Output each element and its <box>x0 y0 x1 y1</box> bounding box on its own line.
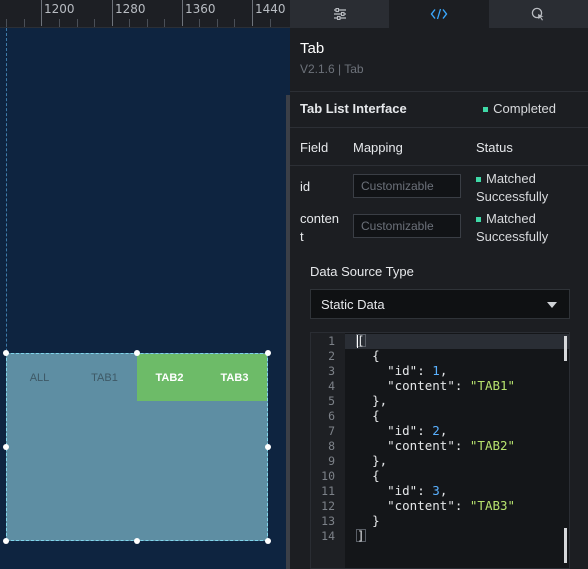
code-line: "id": 3, <box>387 483 448 498</box>
code-line: [ <box>357 333 365 348</box>
code-line: "content": "TAB1" <box>387 378 516 393</box>
interface-title: Tab List Interface <box>300 101 407 116</box>
tab-style[interactable] <box>290 0 390 28</box>
tab-content-area <box>7 401 267 540</box>
line-number: 1 <box>328 334 335 348</box>
code-line: } <box>372 513 380 528</box>
code-line: "id": 2, <box>387 423 448 438</box>
component-version: V2.1.6 | Tab <box>300 62 364 76</box>
code-line: "content": "TAB2" <box>387 438 516 453</box>
status-dot-icon <box>483 107 489 113</box>
code-line: }, <box>372 393 388 408</box>
code-line: { <box>372 408 380 423</box>
data-source-select[interactable]: Static Data <box>310 289 570 319</box>
interface-status: Completed <box>483 101 556 116</box>
tab-component[interactable]: ALL TAB1 TAB2 TAB3 <box>6 353 268 541</box>
header-mapping: Mapping <box>353 140 403 155</box>
sliders-icon <box>333 8 346 20</box>
tab-all[interactable]: ALL <box>7 354 72 401</box>
code-line: "content": "TAB3" <box>387 498 516 513</box>
status-dot-icon <box>476 177 481 183</box>
horizontal-ruler: 1200 1280 1360 1440 <box>0 0 290 28</box>
resize-handle-top[interactable] <box>134 350 140 356</box>
panel-tab-bar <box>290 0 588 28</box>
resize-handle-right[interactable] <box>265 444 271 450</box>
header-field: Field <box>300 140 329 155</box>
line-number: 10 <box>321 469 335 483</box>
mapping-input-id[interactable] <box>353 174 461 198</box>
active-line-highlight <box>345 334 569 349</box>
tab-data[interactable] <box>389 0 489 28</box>
line-number: 12 <box>321 499 335 513</box>
resize-handle-bottom-left[interactable] <box>3 538 9 544</box>
code-icon <box>430 8 448 20</box>
line-number: 11 <box>321 484 335 498</box>
chevron-down-icon <box>547 302 557 308</box>
editor-scrollbar-thumb[interactable] <box>564 528 567 563</box>
tab-interaction[interactable] <box>488 0 588 28</box>
line-number: 6 <box>328 409 335 423</box>
field-name-content: conten t <box>300 211 340 244</box>
divider <box>290 91 588 92</box>
data-source-label: Data Source Type <box>310 264 414 279</box>
tab-tab1[interactable]: TAB1 <box>72 354 137 401</box>
field-name-id: id <box>300 179 311 194</box>
ruler-label: 1360 <box>185 2 216 16</box>
line-number: 13 <box>321 514 335 528</box>
mapping-input-content[interactable] <box>353 214 461 238</box>
ruler-label: 1440 <box>255 2 286 16</box>
field-status-id: Matched Successfully <box>476 171 549 204</box>
line-number: 5 <box>328 394 335 408</box>
code-editor[interactable]: 1 2 3 4 5 6 7 8 9 10 11 12 13 14 [ { "id… <box>310 332 570 569</box>
resize-handle-top-left[interactable] <box>3 350 9 356</box>
line-number-gutter: 1 2 3 4 5 6 7 8 9 10 11 12 13 14 <box>311 333 345 568</box>
tab-bar: ALL TAB1 TAB2 TAB3 <box>7 354 267 401</box>
line-number: 9 <box>328 454 335 468</box>
ruler-label: 1280 <box>115 2 146 16</box>
config-panel: Tab V2.1.6 | Tab Tab List Interface Comp… <box>290 0 588 569</box>
code-line: { <box>372 348 380 363</box>
line-number: 8 <box>328 439 335 453</box>
code-line: "id": 1, <box>387 363 448 378</box>
line-number: 4 <box>328 379 335 393</box>
component-title: Tab <box>300 40 325 57</box>
field-status-content: Matched Successfully <box>476 211 549 244</box>
editor-scrollbar[interactable] <box>564 336 567 361</box>
canvas-area[interactable]: 1200 1280 1360 1440 ALL TAB1 TAB2 TAB3 <box>0 0 290 569</box>
header-status: Status <box>476 140 513 155</box>
resize-handle-bottom-right[interactable] <box>265 538 271 544</box>
resize-handle-top-right[interactable] <box>265 350 271 356</box>
line-number: 14 <box>321 529 335 543</box>
code-line: ] <box>357 528 365 543</box>
interaction-icon <box>532 7 544 21</box>
status-dot-icon <box>476 217 481 223</box>
resize-handle-bottom[interactable] <box>134 538 140 544</box>
divider <box>290 127 588 128</box>
line-number: 7 <box>328 424 335 438</box>
tab-tab2[interactable]: TAB2 <box>137 354 202 401</box>
code-line: }, <box>372 453 388 468</box>
code-line: { <box>372 468 380 483</box>
line-number: 2 <box>328 349 335 363</box>
line-number: 3 <box>328 364 335 378</box>
divider <box>290 165 588 166</box>
ruler-label: 1200 <box>44 2 75 16</box>
resize-handle-left[interactable] <box>3 444 9 450</box>
tab-tab3[interactable]: TAB3 <box>202 354 267 401</box>
